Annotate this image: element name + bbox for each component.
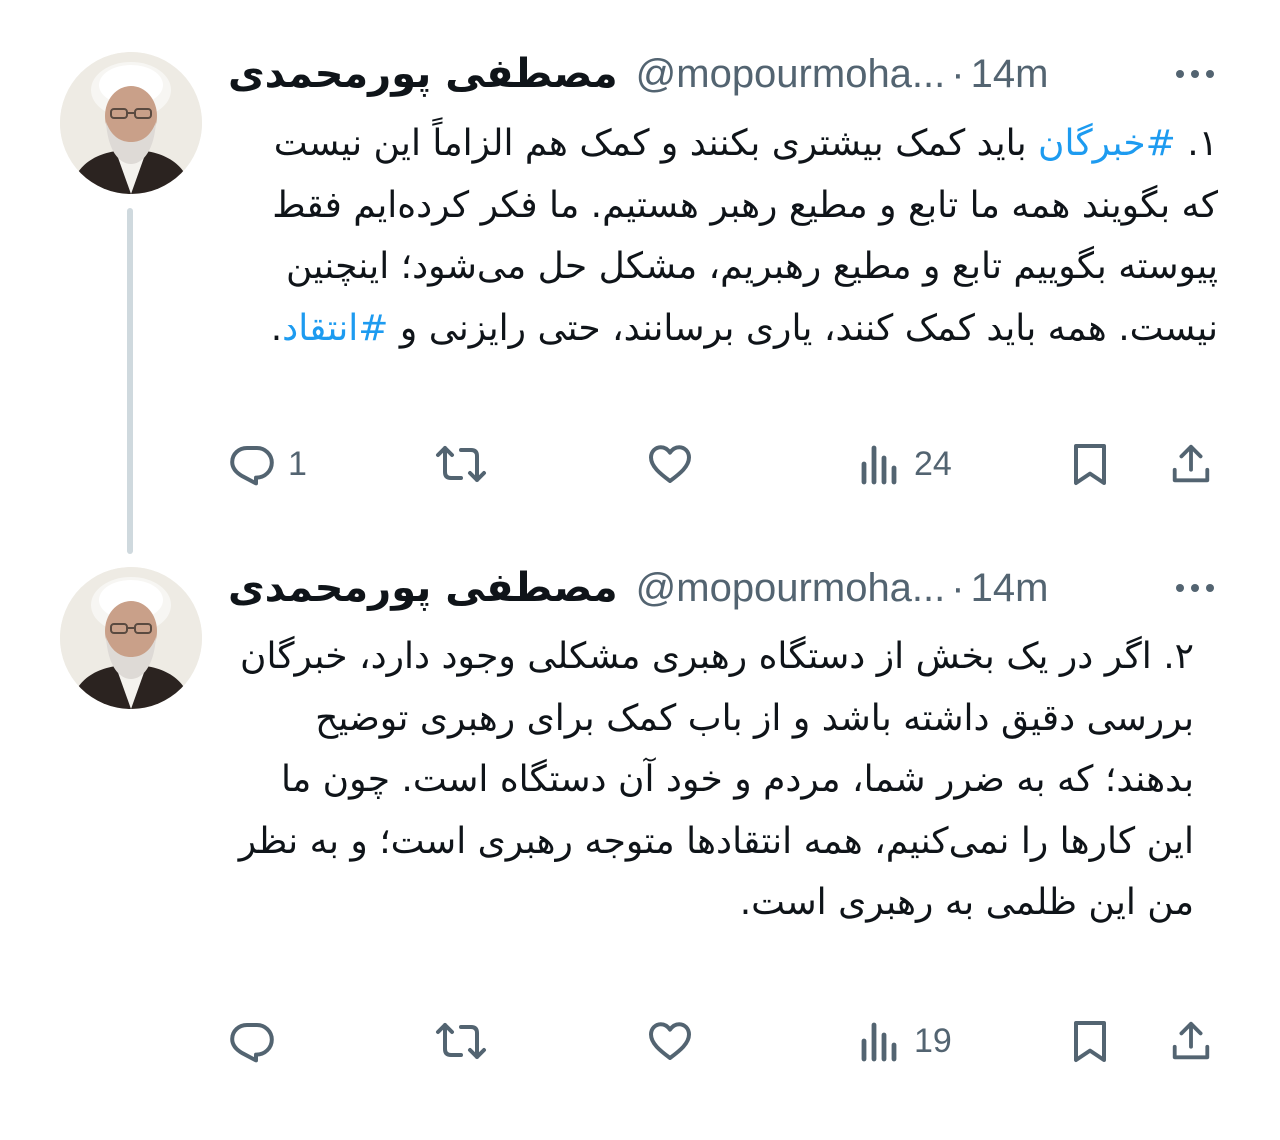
views-icon bbox=[861, 1022, 897, 1062]
like-button[interactable] bbox=[646, 1017, 706, 1065]
more-icon bbox=[1176, 584, 1214, 592]
views-icon bbox=[861, 445, 897, 485]
views-button[interactable]: 24 bbox=[858, 440, 952, 488]
hashtag-link[interactable]: #خبرگان bbox=[1038, 123, 1176, 164]
avatar[interactable] bbox=[60, 52, 202, 194]
author-name[interactable]: مصطفی پورمحمدی bbox=[228, 565, 618, 611]
tweet-header: مصطفی پورمحمدی @mopourmoha... · 14m bbox=[228, 558, 1048, 618]
repost-button[interactable] bbox=[435, 440, 499, 488]
avatar-portrait bbox=[60, 52, 202, 194]
repost-icon bbox=[436, 1023, 486, 1059]
timestamp[interactable]: 14m bbox=[971, 566, 1049, 611]
bookmark-icon bbox=[1074, 1021, 1106, 1062]
tweet-text-end: . bbox=[270, 307, 283, 349]
bookmark-button[interactable] bbox=[1068, 440, 1112, 488]
reply-icon bbox=[230, 1023, 274, 1063]
tweet-header: مصطفی پورمحمدی @mopourmoha... · 14m bbox=[228, 44, 1048, 104]
share-button[interactable] bbox=[1168, 440, 1214, 488]
hashtag-link[interactable]: #انتقاد bbox=[282, 308, 388, 349]
tweet-text: ۱. #خبرگان باید کمک بیشتری بکنند و کمک ه… bbox=[232, 113, 1218, 359]
reply-count: 1 bbox=[288, 444, 307, 483]
avatar[interactable] bbox=[60, 567, 202, 709]
reply-button[interactable]: 1 bbox=[228, 440, 307, 488]
author-name[interactable]: مصطفی پورمحمدی bbox=[228, 51, 618, 97]
views-count: 24 bbox=[914, 444, 952, 483]
more-icon bbox=[1176, 70, 1214, 78]
share-icon bbox=[1172, 444, 1210, 483]
like-icon bbox=[649, 445, 691, 483]
like-icon bbox=[649, 1022, 691, 1060]
more-options-button[interactable] bbox=[1170, 568, 1220, 608]
author-handle[interactable]: @mopourmoha... bbox=[636, 566, 946, 611]
author-handle[interactable]: @mopourmoha... bbox=[636, 52, 946, 97]
timestamp[interactable]: 14m bbox=[971, 52, 1049, 97]
reply-button[interactable] bbox=[228, 1017, 288, 1065]
views-count: 19 bbox=[914, 1021, 952, 1060]
separator-dot: · bbox=[951, 51, 965, 96]
thread-line bbox=[127, 208, 133, 554]
share-button[interactable] bbox=[1168, 1017, 1214, 1065]
like-button[interactable] bbox=[646, 440, 706, 488]
views-button[interactable]: 19 bbox=[858, 1017, 952, 1065]
separator-dot: · bbox=[951, 565, 965, 610]
tweet-text: ۲. اگر در یک بخش از دستگاه رهبری مشکلی و… bbox=[238, 636, 1194, 923]
bookmark-button[interactable] bbox=[1068, 1017, 1112, 1065]
share-icon bbox=[1172, 1021, 1210, 1060]
avatar-portrait bbox=[60, 567, 202, 709]
repost-icon bbox=[436, 446, 486, 482]
more-options-button[interactable] bbox=[1170, 54, 1220, 94]
repost-button[interactable] bbox=[435, 1017, 499, 1065]
tweet-number: ۱. bbox=[1187, 123, 1218, 164]
reply-icon bbox=[230, 446, 274, 486]
bookmark-icon bbox=[1074, 444, 1106, 485]
